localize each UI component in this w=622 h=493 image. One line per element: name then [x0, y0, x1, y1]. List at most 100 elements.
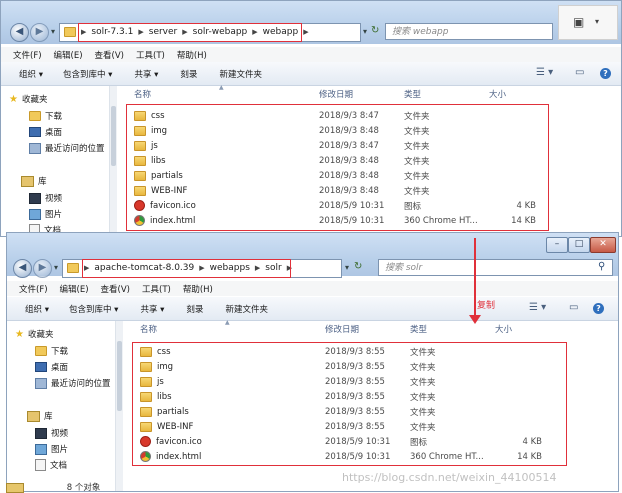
file-date: 2018/9/3 8:48: [319, 170, 379, 181]
menu-file[interactable]: 文件(F): [13, 49, 42, 61]
html-icon: [140, 451, 151, 462]
burn-button[interactable]: 刻录: [186, 303, 203, 315]
search-icon[interactable]: ⚲: [598, 261, 605, 272]
menu-edit[interactable]: 编辑(E): [60, 283, 89, 295]
organize-button[interactable]: 组织 ▾: [25, 303, 49, 315]
menu-edit[interactable]: 编辑(E): [54, 49, 83, 61]
file-row[interactable]: css 2018/9/3 8:55 文件夹: [7, 344, 618, 359]
forward-button[interactable]: ▶: [30, 23, 49, 42]
forward-button[interactable]: ▶: [33, 259, 52, 278]
view-options-icon[interactable]: ☰ ▾: [529, 302, 546, 313]
file-name: partials: [157, 406, 189, 417]
file-row[interactable]: libs 2018/9/3 8:48 文件夹: [1, 153, 621, 168]
search-input[interactable]: 搜索 webapp: [385, 23, 553, 40]
help-icon[interactable]: ?: [593, 303, 604, 314]
back-button[interactable]: ◀: [10, 23, 29, 42]
history-dropdown-icon[interactable]: ▾: [51, 27, 55, 36]
file-name: favicon.ico: [156, 436, 202, 447]
command-bar: 组织 ▾ 包含到库中 ▾ 共享 ▾ 刻录 新建文件夹 ☰ ▾ ▭ ?: [1, 62, 621, 86]
history-dropdown-icon[interactable]: ▾: [54, 263, 58, 272]
menu-tools[interactable]: 工具(T): [136, 49, 165, 61]
preview-pane-icon[interactable]: ▭: [569, 302, 578, 313]
share-button[interactable]: 共享 ▾: [140, 303, 164, 315]
maximize-button[interactable]: □: [568, 237, 590, 253]
file-name-cell[interactable]: WEB-INF: [140, 421, 193, 432]
column-date[interactable]: 修改日期: [319, 86, 353, 102]
file-name-cell[interactable]: js: [140, 376, 164, 387]
file-row[interactable]: index.html 2018/5/9 10:31 360 Chrome HT...…: [7, 449, 618, 464]
file-name-cell[interactable]: libs: [140, 391, 172, 402]
file-row[interactable]: WEB-INF 2018/9/3 8:55 文件夹: [7, 419, 618, 434]
file-date: 2018/9/3 8:47: [319, 140, 379, 151]
file-row[interactable]: partials 2018/9/3 8:48 文件夹: [1, 168, 621, 183]
address-dropdown-icon[interactable]: ▾: [345, 263, 349, 272]
column-date[interactable]: 修改日期: [325, 321, 359, 337]
file-row[interactable]: WEB-INF 2018/9/3 8:48 文件夹: [1, 183, 621, 198]
file-name-cell[interactable]: favicon.ico: [134, 200, 196, 211]
html-icon: [134, 215, 145, 226]
folder-icon: [134, 170, 146, 181]
file-row[interactable]: favicon.ico 2018/5/9 10:31 图标 4 KB: [1, 198, 621, 213]
copy-annotation: 复制: [477, 301, 496, 311]
status-bar: 8 个对象: [6, 481, 306, 493]
file-name-cell[interactable]: favicon.ico: [140, 436, 202, 447]
file-name-cell[interactable]: css: [134, 110, 165, 121]
menu-view[interactable]: 查看(V): [101, 283, 130, 295]
file-type: 360 Chrome HT...: [410, 451, 484, 462]
nav-favorites[interactable]: ★ 收藏夹: [9, 93, 47, 106]
file-row[interactable]: favicon.ico 2018/5/9 10:31 图标 4 KB: [7, 434, 618, 449]
column-type[interactable]: 类型: [404, 86, 421, 102]
column-size[interactable]: 大小: [495, 321, 512, 337]
file-type: 文件夹: [404, 171, 430, 182]
file-name-cell[interactable]: img: [140, 361, 173, 372]
help-icon[interactable]: ?: [600, 68, 611, 79]
file-row[interactable]: js 2018/9/3 8:47 文件夹: [1, 138, 621, 153]
file-name-cell[interactable]: js: [134, 140, 158, 151]
arrow-head-icon: [469, 315, 481, 324]
back-button[interactable]: ◀: [13, 259, 32, 278]
file-name-cell[interactable]: WEB-INF: [134, 185, 187, 196]
address-dropdown-icon[interactable]: ▾: [363, 27, 367, 36]
file-row[interactable]: index.html 2018/5/9 10:31 360 Chrome HT...…: [1, 213, 621, 228]
chevron-down-icon: ▾: [595, 17, 600, 26]
organize-button[interactable]: 组织 ▾: [19, 68, 43, 80]
view-options-icon[interactable]: ☰ ▾: [536, 67, 553, 78]
share-button[interactable]: 共享 ▾: [134, 68, 158, 80]
file-row[interactable]: libs 2018/9/3 8:55 文件夹: [7, 389, 618, 404]
minimize-button[interactable]: –: [546, 237, 568, 253]
column-size[interactable]: 大小: [489, 86, 506, 102]
file-row[interactable]: partials 2018/9/3 8:55 文件夹: [7, 404, 618, 419]
close-button[interactable]: ✕: [590, 237, 616, 253]
new-folder-button[interactable]: 新建文件夹: [225, 303, 268, 315]
file-name-cell[interactable]: index.html: [134, 215, 195, 226]
file-type: 文件夹: [410, 407, 436, 418]
file-name-cell[interactable]: partials: [134, 170, 183, 181]
menu-file[interactable]: 文件(F): [19, 283, 48, 295]
file-name-cell[interactable]: css: [140, 346, 171, 357]
menu-view[interactable]: 查看(V): [95, 49, 124, 61]
search-input[interactable]: 搜索 solr: [378, 259, 613, 276]
column-type[interactable]: 类型: [410, 321, 427, 337]
menu-tools[interactable]: 工具(T): [142, 283, 171, 295]
new-folder-button[interactable]: 新建文件夹: [219, 68, 262, 80]
refresh-icon[interactable]: ↻: [371, 25, 379, 36]
file-name-cell[interactable]: index.html: [140, 451, 201, 462]
file-row[interactable]: img 2018/9/3 8:48 文件夹: [1, 123, 621, 138]
nav-favorites[interactable]: ★ 收藏夹: [15, 328, 53, 341]
file-name-cell[interactable]: partials: [140, 406, 189, 417]
file-date: 2018/5/9 10:31: [325, 451, 391, 462]
file-row[interactable]: img 2018/9/3 8:55 文件夹: [7, 359, 618, 374]
include-in-library-button[interactable]: 包含到库中 ▾: [69, 303, 118, 315]
file-row[interactable]: js 2018/9/3 8:55 文件夹: [7, 374, 618, 389]
preview-pane-icon[interactable]: ▭: [575, 67, 584, 78]
file-name-cell[interactable]: libs: [134, 155, 166, 166]
file-row[interactable]: css 2018/9/3 8:47 文件夹: [1, 108, 621, 123]
file-name-cell[interactable]: img: [134, 125, 167, 136]
refresh-icon[interactable]: ↻: [354, 261, 362, 272]
column-name[interactable]: 名称: [140, 321, 157, 337]
menu-help[interactable]: 帮助(H): [183, 283, 213, 295]
burn-button[interactable]: 刻录: [180, 68, 197, 80]
column-name[interactable]: 名称: [134, 86, 151, 102]
include-in-library-button[interactable]: 包含到库中 ▾: [63, 68, 112, 80]
menu-help[interactable]: 帮助(H): [177, 49, 207, 61]
